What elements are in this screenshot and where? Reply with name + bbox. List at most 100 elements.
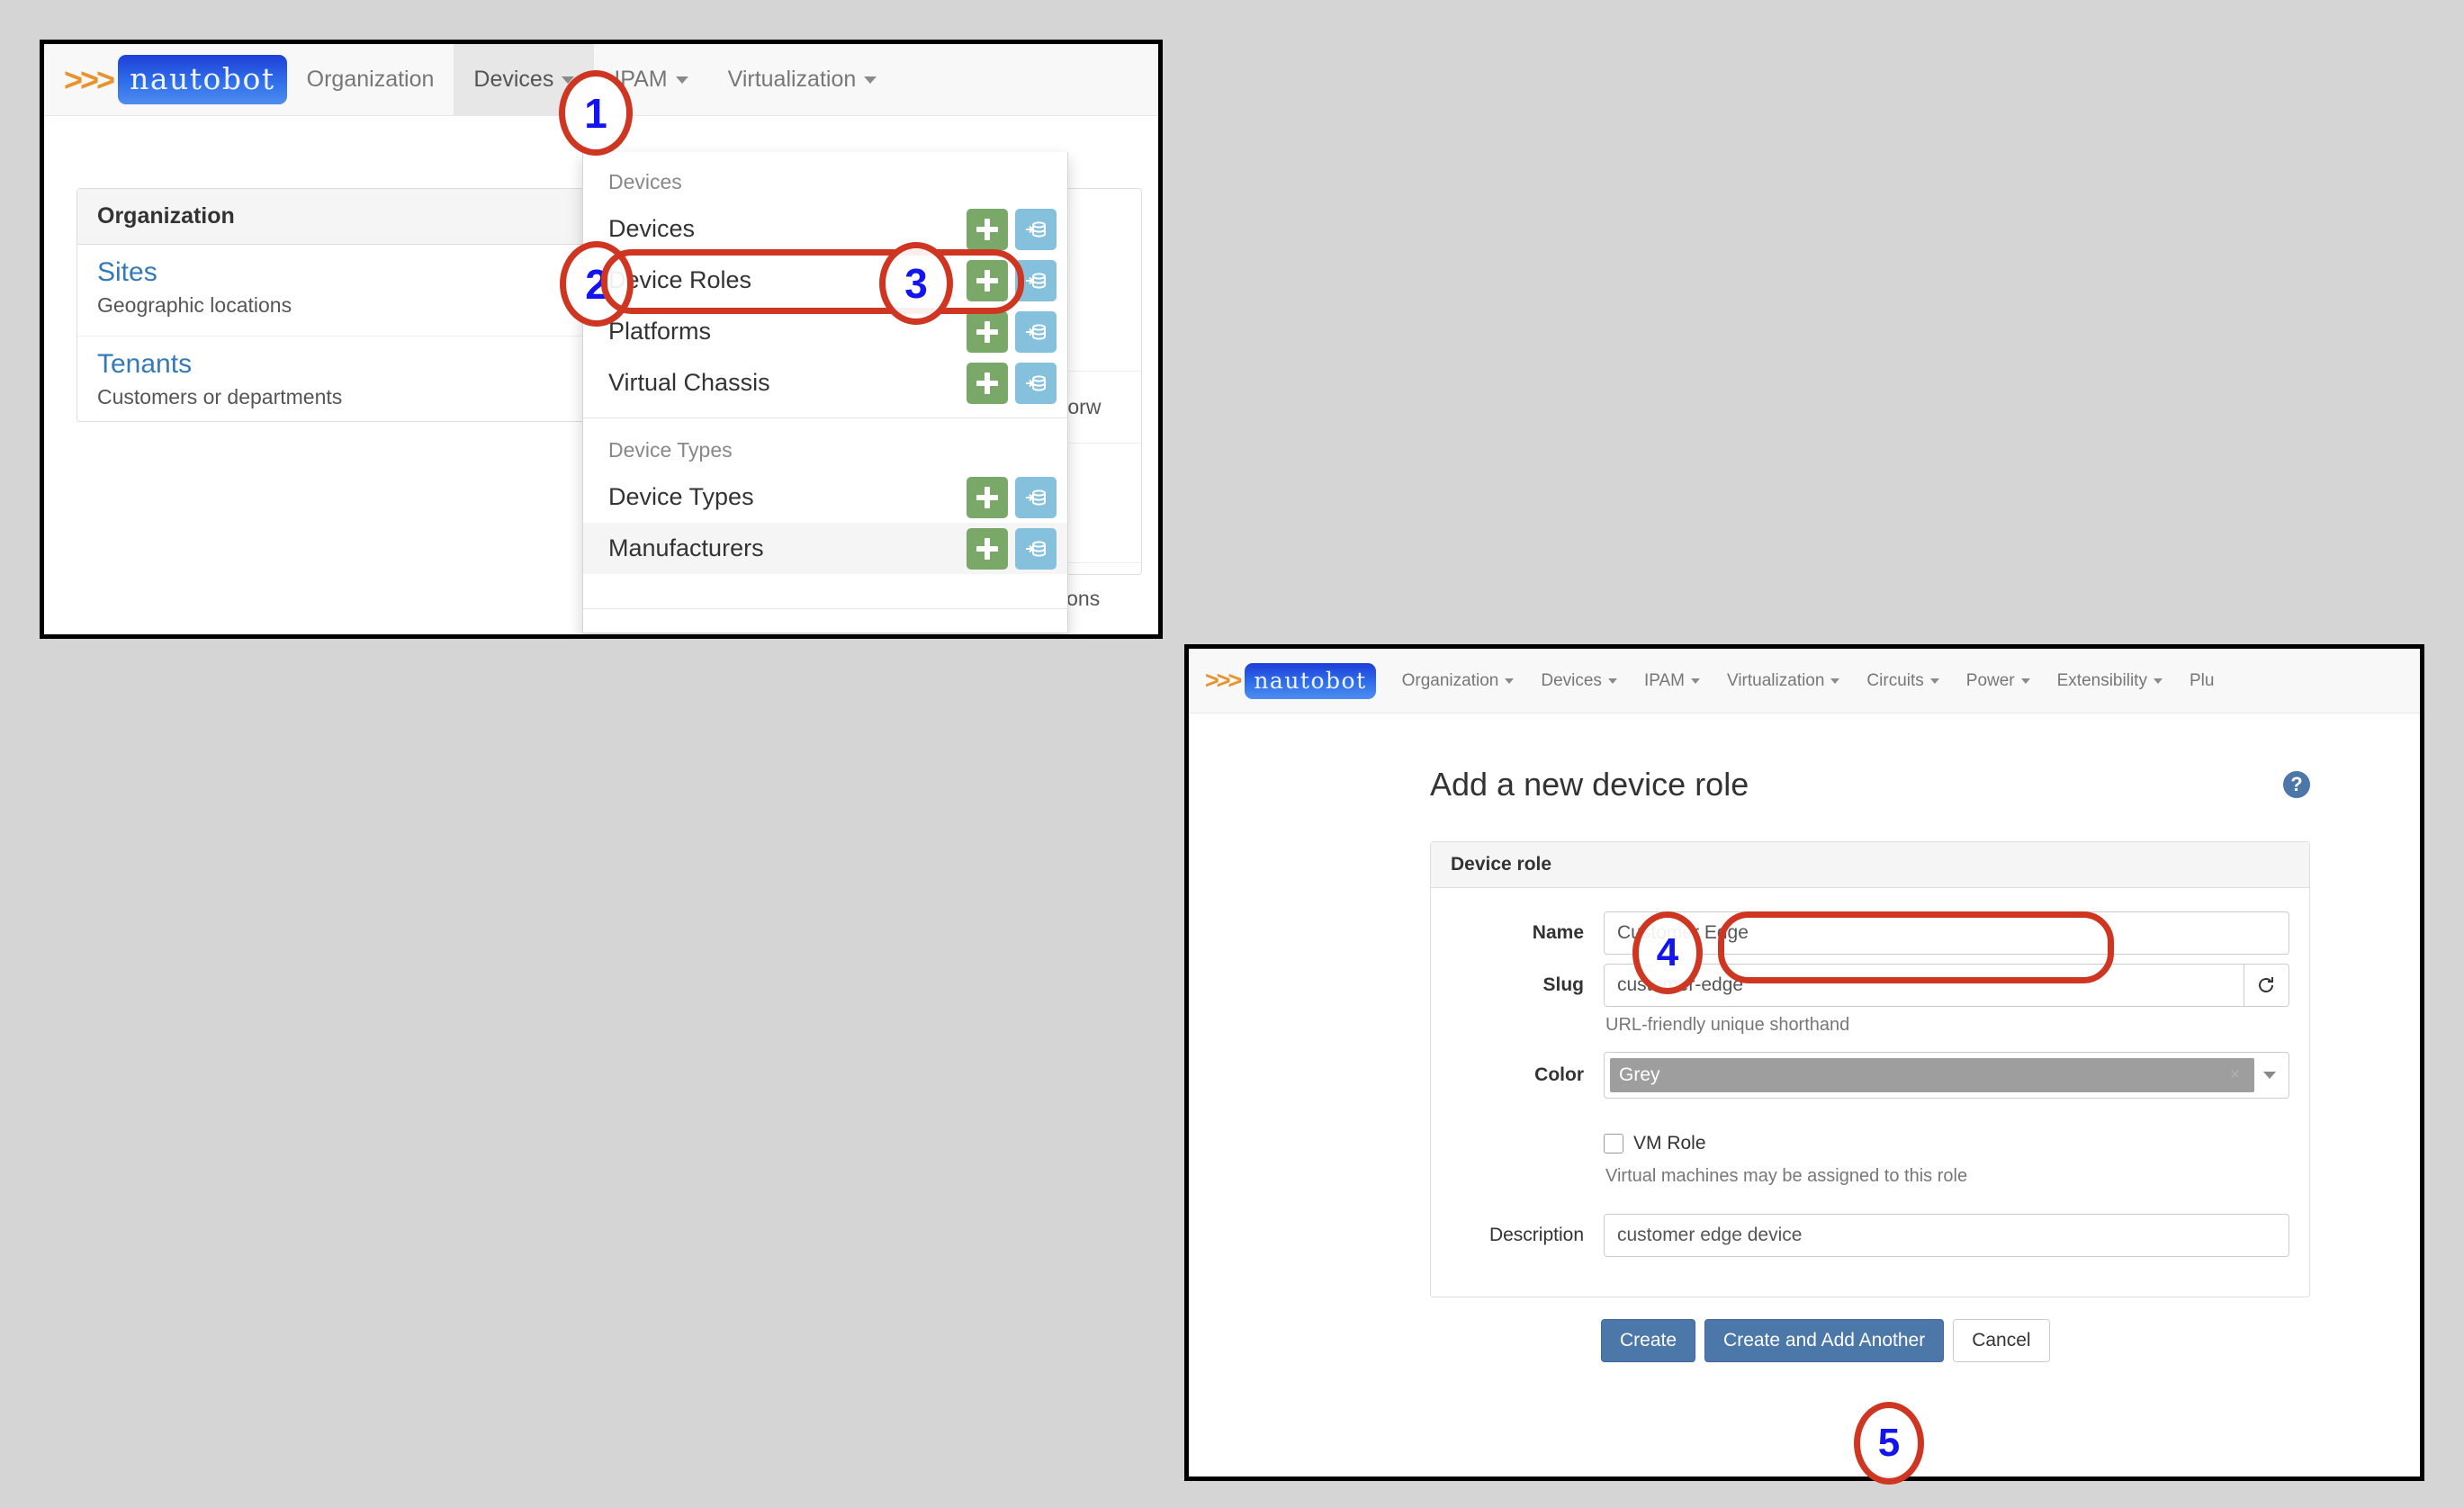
nav-item-label: IPAM: [1643, 670, 1685, 690]
import-device-types-button[interactable]: [1015, 476, 1057, 518]
import-manufacturers-button[interactable]: [1015, 527, 1057, 570]
plus-icon: [976, 372, 998, 394]
brand-name: nautobot: [1245, 662, 1376, 699]
menu-item-label: Manufacturers: [608, 534, 764, 561]
form-actions: Create Create and Add Another Cancel: [1601, 1319, 2310, 1363]
database-import-icon: [1026, 323, 1046, 340]
nautobot-window-add-device-role: >>> nautobot Organization Devices IPAM V…: [1184, 644, 2424, 1481]
window1-body: Organization Sites Geographic locations …: [44, 116, 1158, 634]
device-role-form-card: Device role Name Customer Edge Slug cust…: [1430, 841, 2310, 1298]
nav-item-ipam[interactable]: IPAM: [1631, 649, 1713, 713]
chevron-down-icon: [864, 76, 877, 84]
plus-icon: [976, 486, 998, 508]
slug-regenerate-button[interactable]: [2244, 964, 2289, 1008]
color-control: Grey × VM Role Virtual machines may be a…: [1604, 1052, 2289, 1190]
cancel-button[interactable]: Cancel: [1953, 1319, 2050, 1363]
nav-item-virtualization[interactable]: Virtualization: [708, 44, 897, 115]
nav-item-label: Devices: [1541, 670, 1602, 690]
organization-panel-row-sites: Sites Geographic locations: [77, 245, 616, 337]
nav-item-circuits[interactable]: Circuits: [1853, 649, 1952, 713]
annotation-step-1: 1: [559, 70, 633, 156]
menu-item-actions: [967, 527, 1057, 570]
create-button[interactable]: Create: [1601, 1319, 1696, 1363]
menu-item-manufacturers[interactable]: Manufacturers: [583, 523, 1067, 574]
chevron-down-icon: [2263, 1072, 2276, 1080]
chevron-down-icon: [2020, 678, 2030, 684]
annotation-step-5: 5: [1854, 1402, 1924, 1485]
plus-icon: [976, 218, 998, 240]
import-virtual-chassis-button[interactable]: [1015, 362, 1057, 404]
nav-item-label: Extensibility: [2056, 670, 2147, 690]
chevron-down-icon: [1929, 678, 1939, 684]
nav-item-label: Virtualization: [1726, 670, 1825, 690]
color-selected-value: Grey: [1619, 1064, 1660, 1086]
chevrons-icon: >>>: [1205, 667, 1242, 694]
menu-item-device-types[interactable]: Device Types: [583, 471, 1067, 523]
color-select[interactable]: Grey ×: [1604, 1052, 2289, 1100]
plus-icon: [976, 537, 998, 560]
database-import-icon: [1026, 272, 1046, 289]
chevrons-icon: >>>: [64, 60, 115, 98]
nav-item-label: Devices: [473, 67, 554, 92]
menu-item-actions: [967, 362, 1057, 404]
organization-panel-row-tenants: Tenants Customers or departments: [77, 337, 616, 427]
name-label: Name: [1532, 922, 1584, 944]
nav-item-organization[interactable]: Organization: [1389, 649, 1528, 713]
menu-footer-spacer: [583, 574, 1067, 608]
nav-item-power[interactable]: Power: [1953, 649, 2044, 713]
description-input[interactable]: customer edge device: [1604, 1214, 2289, 1258]
add-virtual-chassis-button[interactable]: [967, 362, 1008, 404]
nav-item-label: Virtualization: [727, 67, 857, 92]
database-import-icon: [1026, 489, 1046, 506]
brand-logo[interactable]: >>> nautobot: [64, 55, 287, 104]
menu-divider: [583, 417, 1067, 418]
menu-item-label: Virtual Chassis: [608, 369, 770, 396]
nav-item-label: Circuits: [1866, 670, 1924, 690]
annotation-step-4: 4: [1632, 911, 1703, 994]
description-control: customer edge device: [1604, 1214, 2289, 1258]
navbar: >>> nautobot Organization Devices IPAM V…: [1189, 649, 2420, 714]
brand-name: nautobot: [118, 55, 287, 104]
add-platform-button[interactable]: [967, 310, 1008, 353]
chevron-down-icon: [1505, 678, 1515, 684]
question-mark-icon[interactable]: ?: [2283, 771, 2310, 799]
import-platforms-button[interactable]: [1015, 310, 1057, 353]
brand-logo[interactable]: >>> nautobot: [1205, 662, 1376, 699]
page-title: Add a new device role: [1430, 766, 1749, 803]
chevron-down-icon: [1830, 678, 1840, 684]
organization-panel-header: Organization: [77, 189, 616, 245]
tenants-description: Customers or departments: [97, 385, 343, 408]
link-sites[interactable]: Sites: [97, 257, 596, 288]
database-import-icon: [1026, 374, 1046, 391]
nav-item-plugins[interactable]: Plu: [2176, 649, 2227, 713]
create-and-add-another-button[interactable]: Create and Add Another: [1704, 1319, 1945, 1363]
menu-item-actions: [967, 208, 1057, 250]
clear-selection-icon[interactable]: ×: [2230, 1065, 2245, 1085]
nav-item-virtualization[interactable]: Virtualization: [1713, 649, 1853, 713]
menu-item-virtual-chassis[interactable]: Virtual Chassis: [583, 357, 1067, 408]
nav-item-label: Organization: [1401, 670, 1499, 690]
menu-group-header-devices: Devices: [608, 170, 682, 193]
vm-role-checkbox[interactable]: [1604, 1134, 1623, 1154]
refresh-icon: [2259, 977, 2274, 993]
nav-item-organization[interactable]: Organization: [287, 44, 454, 115]
link-tenants[interactable]: Tenants: [97, 349, 596, 380]
menu-item-actions: [967, 476, 1057, 518]
chevron-down-icon: [2153, 678, 2163, 684]
vm-role-help-text: Virtual machines may be assigned to this…: [1605, 1166, 1968, 1187]
import-devices-button[interactable]: [1015, 208, 1057, 250]
database-import-icon: [1026, 540, 1046, 557]
sites-description: Geographic locations: [97, 293, 292, 317]
slug-label: Slug: [1542, 974, 1585, 996]
nav-item-label: Power: [1965, 670, 2015, 690]
add-device-type-button[interactable]: [967, 476, 1008, 518]
add-devices-button[interactable]: [967, 208, 1008, 250]
nav-item-devices[interactable]: Devices: [1527, 649, 1631, 713]
nav-item-extensibility[interactable]: Extensibility: [2044, 649, 2176, 713]
nav-item-label: Plu: [2189, 670, 2215, 690]
annotation-device-roles-highlight: [601, 249, 1024, 314]
menu-scroll-spacer: [583, 609, 1067, 629]
add-manufacturer-button[interactable]: [967, 527, 1008, 570]
color-selected-chip: Grey ×: [1610, 1058, 2254, 1093]
menu-item-devices[interactable]: Devices: [583, 203, 1067, 255]
